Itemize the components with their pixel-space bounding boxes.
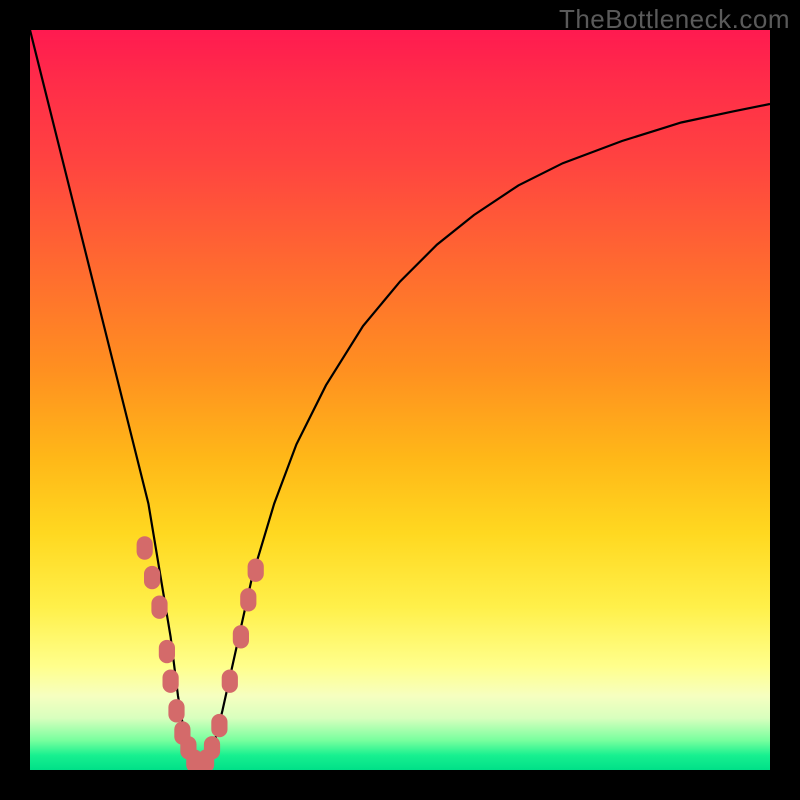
chart-frame: TheBottleneck.com — [0, 0, 800, 800]
highlight-markers — [30, 30, 770, 770]
watermark-text: TheBottleneck.com — [559, 4, 790, 35]
highlight-point — [137, 536, 153, 559]
highlight-point — [240, 588, 256, 611]
highlight-point — [222, 670, 238, 693]
plot-area — [30, 30, 770, 770]
highlight-point — [168, 699, 184, 722]
highlight-point — [144, 566, 160, 589]
highlight-point — [159, 640, 175, 663]
highlight-point — [248, 559, 264, 582]
highlight-point — [151, 596, 167, 619]
highlight-point — [163, 670, 179, 693]
highlight-point — [233, 625, 249, 648]
highlight-point — [204, 736, 220, 759]
highlight-point — [211, 714, 227, 737]
